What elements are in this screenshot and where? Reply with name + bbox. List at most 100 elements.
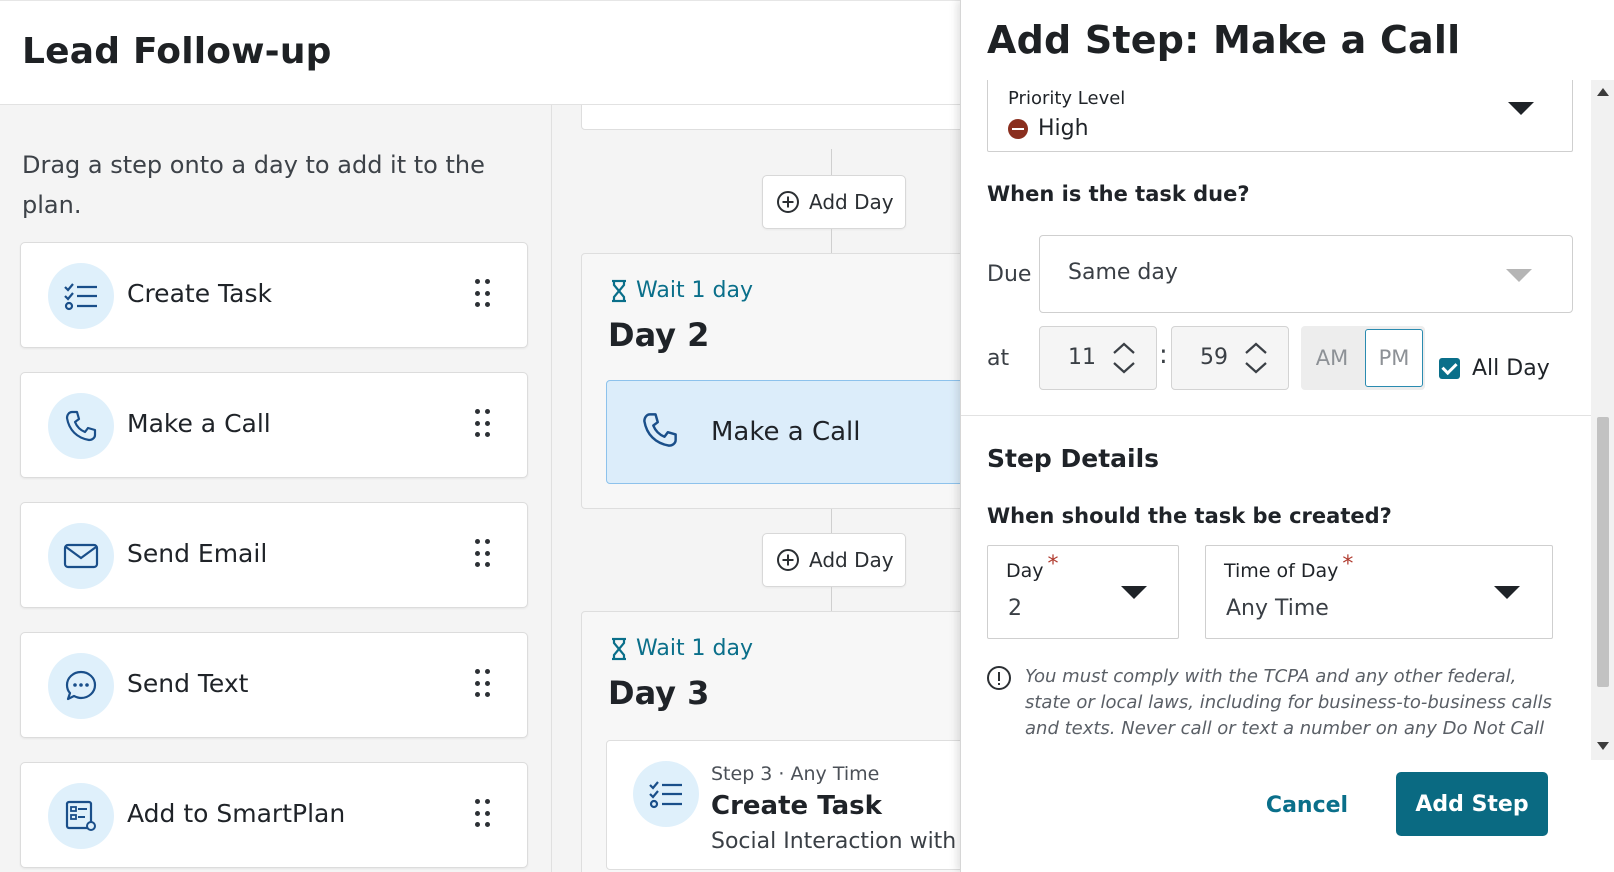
step-title: Create Task	[711, 791, 882, 821]
hourglass-icon	[612, 279, 626, 302]
step-details-title: Step Details	[987, 444, 1160, 473]
required-asterisk: *	[1342, 552, 1354, 577]
pm-option[interactable]: PM	[1365, 329, 1423, 387]
due-select[interactable]: Same day	[1039, 235, 1573, 313]
add-day-label: Add Day	[809, 190, 894, 214]
palette-step-label: Send Text	[127, 669, 249, 698]
am-pm-toggle: AM PM	[1301, 326, 1425, 390]
info-exclamation-icon	[987, 666, 1011, 690]
time-of-day-select[interactable]: Time of Day * Any Time	[1205, 545, 1553, 639]
palette-hint: Drag a step onto a day to add it to the …	[22, 151, 485, 219]
chevron-down-icon	[1506, 269, 1532, 282]
time-separator: :	[1159, 340, 1168, 370]
hour-value: 11	[1068, 345, 1096, 370]
palette-step-label: Add to SmartPlan	[127, 799, 346, 828]
hour-spinner[interactable]: 11	[1039, 326, 1157, 390]
chevron-down-icon	[1494, 586, 1520, 599]
step-subtitle: Social Interaction with	[711, 829, 957, 854]
palette-step-create-task[interactable]: Create Task	[20, 242, 528, 348]
priority-value-text: High	[1038, 116, 1089, 141]
palette-step-label: Create Task	[127, 279, 272, 308]
drag-handle-icon[interactable]	[475, 409, 491, 439]
drag-handle-icon[interactable]	[475, 279, 491, 309]
palette-step-send-text[interactable]: Send Text	[20, 632, 528, 738]
due-label: Due	[987, 262, 1032, 287]
minute-value: 59	[1200, 345, 1228, 370]
drag-handle-icon[interactable]	[475, 539, 491, 569]
priority-level-label: Priority Level	[1008, 88, 1126, 109]
chevron-down-icon	[1121, 586, 1147, 599]
priority-value: High	[1008, 116, 1089, 141]
tcpa-notice-text: You must comply with the TCPA and any ot…	[1025, 666, 1552, 745]
chevron-down-icon	[1508, 102, 1534, 115]
cancel-button[interactable]: Cancel	[1237, 774, 1377, 836]
add-day-button[interactable]: Add Day	[762, 533, 906, 587]
smartplan-icon	[48, 783, 114, 849]
page-header: Lead Follow-up	[0, 0, 960, 105]
timeline-connector	[831, 229, 832, 253]
add-day-button[interactable]: Add Day	[762, 175, 906, 229]
drag-handle-icon[interactable]	[475, 669, 491, 699]
day-panel-day-2: Wait 1 day Day 2 Make a Call	[581, 253, 960, 509]
day-title: Day 2	[608, 316, 710, 354]
plus-circle-icon	[777, 549, 799, 571]
drawer-scrollbar[interactable]	[1591, 80, 1614, 770]
minute-spinner[interactable]: 59	[1171, 326, 1289, 390]
add-day-label: Add Day	[809, 548, 894, 572]
priority-level-select[interactable]: Priority Level High	[987, 80, 1573, 152]
priority-high-icon	[1008, 118, 1028, 139]
envelope-icon	[48, 523, 114, 589]
timeline-step-create-task[interactable]: Step 3 · Any Time Create Task Social Int…	[606, 740, 960, 870]
am-option[interactable]: AM	[1301, 326, 1363, 390]
timeline-step-label: Make a Call	[711, 417, 861, 447]
step-palette: Drag a step onto a day to add it to the …	[0, 105, 552, 872]
wait-label: Wait 1 day	[636, 636, 754, 661]
phone-icon	[643, 413, 677, 447]
task-list-icon	[633, 761, 699, 827]
palette-step-label: Make a Call	[127, 409, 271, 438]
due-select-value: Same day	[1068, 260, 1178, 285]
drawer-scroll-area[interactable]: Priority Level High When is the task due…	[961, 80, 1601, 745]
all-day-checkbox[interactable]: All Day	[1439, 356, 1550, 381]
due-question: When is the task due?	[987, 182, 1250, 206]
time-label-text: Time of Day	[1224, 560, 1339, 582]
palette-step-add-smartplan[interactable]: Add to SmartPlan	[20, 762, 528, 868]
scroll-down-icon[interactable]	[1597, 742, 1609, 750]
day-label-text: Day	[1006, 560, 1044, 582]
day-title: Day 3	[608, 674, 710, 712]
day-field-label: Day *	[1006, 552, 1059, 583]
plus-circle-icon	[777, 191, 799, 213]
add-step-button[interactable]: Add Step	[1396, 772, 1548, 836]
chevron-up-down-icon[interactable]	[1112, 341, 1136, 375]
chevron-up-down-icon[interactable]	[1244, 341, 1268, 375]
page-title: Lead Follow-up	[22, 31, 332, 72]
phone-icon	[48, 393, 114, 459]
all-day-label: All Day	[1472, 356, 1550, 381]
tcpa-notice: You must comply with the TCPA and any ot…	[987, 664, 1567, 745]
palette-step-send-email[interactable]: Send Email	[20, 502, 528, 608]
task-list-icon	[48, 263, 114, 329]
palette-step-label: Send Email	[127, 539, 268, 568]
timeline-step-make-call[interactable]: Make a Call	[606, 380, 960, 484]
drawer-title: Add Step: Make a Call	[987, 18, 1461, 62]
day-panel-previous	[581, 105, 960, 130]
time-of-day-value: Any Time	[1226, 596, 1329, 621]
scroll-up-icon[interactable]	[1597, 88, 1609, 96]
checkbox-checked-icon[interactable]	[1439, 358, 1460, 379]
scrollbar-thumb[interactable]	[1597, 417, 1609, 687]
drag-handle-icon[interactable]	[475, 799, 491, 829]
day-select[interactable]: Day * 2	[987, 545, 1179, 639]
drawer-footer: Cancel Add Step	[961, 760, 1614, 872]
wait-label: Wait 1 day	[636, 278, 754, 303]
time-field-label: Time of Day *	[1224, 552, 1353, 583]
required-asterisk: *	[1047, 552, 1059, 577]
section-divider	[961, 415, 1591, 416]
step-meta: Step 3 · Any Time	[711, 763, 880, 785]
chat-bubble-icon	[48, 653, 114, 719]
timeline-connector	[831, 509, 832, 533]
at-label: at	[987, 346, 1010, 371]
palette-step-make-call[interactable]: Make a Call	[20, 372, 528, 478]
created-question: When should the task be created?	[987, 504, 1392, 528]
hourglass-icon	[612, 637, 626, 660]
wait-indicator: Wait 1 day	[610, 278, 753, 303]
